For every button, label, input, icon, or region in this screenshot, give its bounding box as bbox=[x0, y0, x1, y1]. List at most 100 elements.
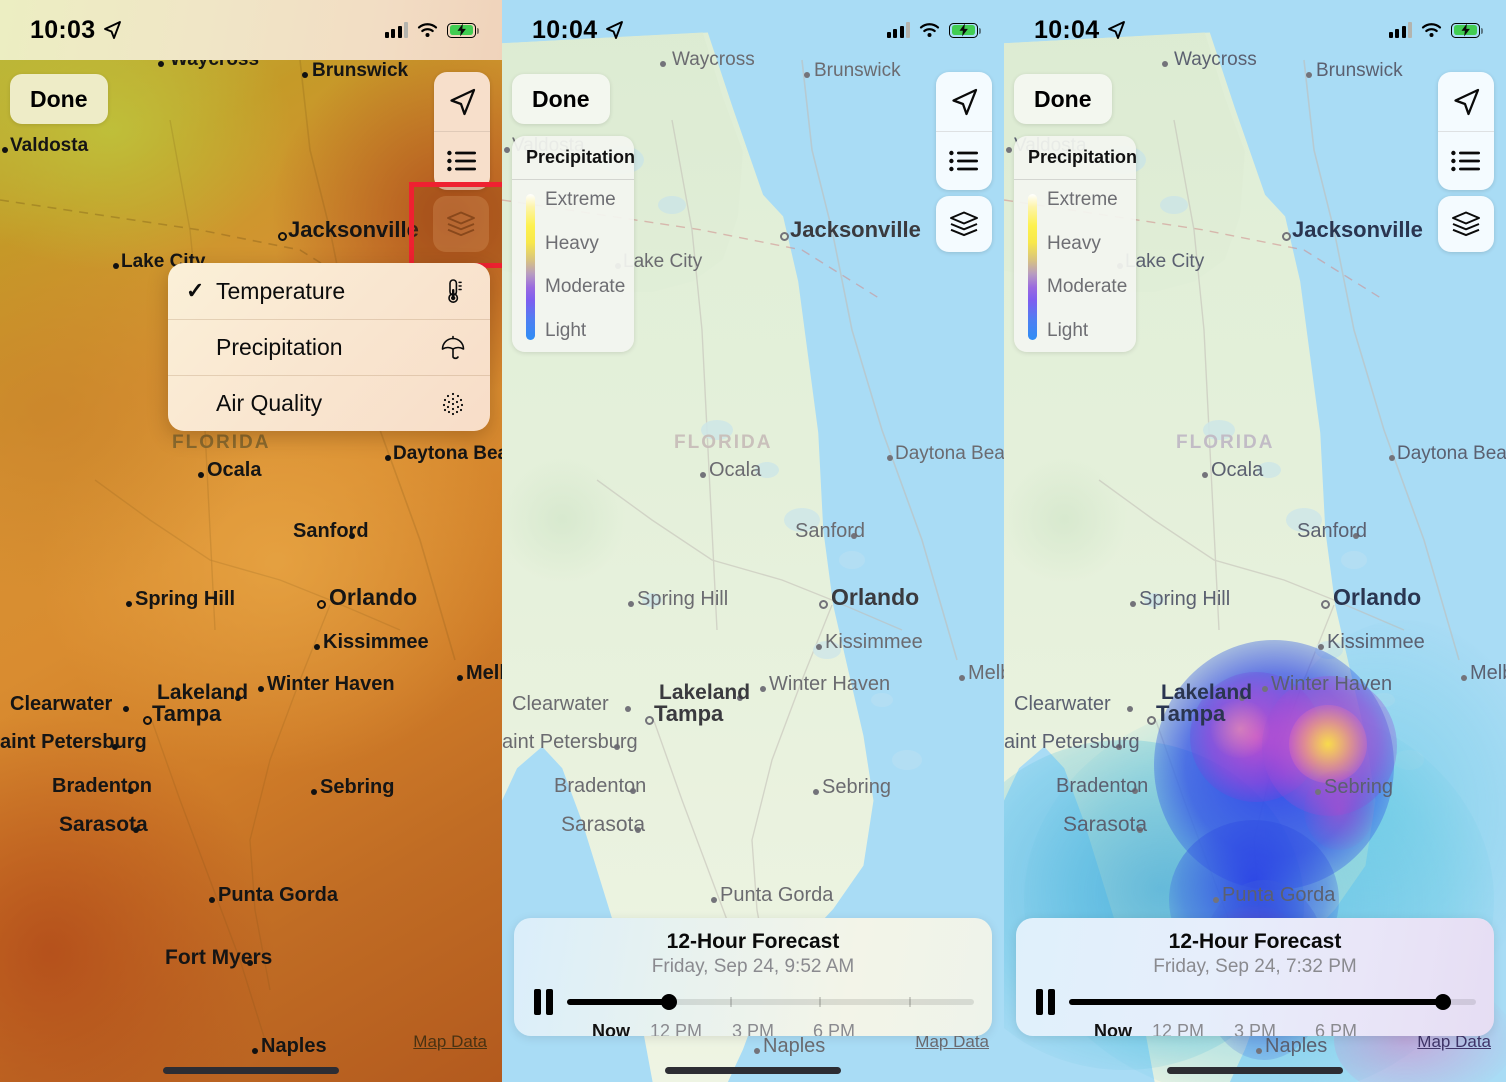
city-marker bbox=[143, 716, 152, 725]
city-label: Winter Haven bbox=[769, 673, 891, 695]
city-marker bbox=[1461, 675, 1467, 681]
legend-level-light: Light bbox=[545, 319, 587, 341]
city-label: Bradenton bbox=[1056, 775, 1149, 797]
forecast-card: 12-Hour Forecast Friday, Sep 24, 7:32 PM… bbox=[1016, 918, 1494, 1036]
map-controls-group bbox=[434, 72, 490, 190]
list-icon bbox=[949, 150, 978, 172]
menu-item-precipitation[interactable]: Precipitation bbox=[168, 319, 490, 375]
state-label: FLORIDA bbox=[1176, 432, 1275, 453]
locate-me-button[interactable] bbox=[434, 72, 490, 131]
pause-button[interactable] bbox=[534, 989, 553, 1015]
city-label: Ocala bbox=[709, 459, 762, 481]
map-data-attribution[interactable]: Map Data bbox=[413, 1032, 487, 1052]
wifi-icon bbox=[919, 23, 940, 37]
city-label: Orlando bbox=[1333, 584, 1422, 610]
map-controls-group bbox=[936, 72, 992, 190]
map-layers-button[interactable] bbox=[936, 196, 992, 252]
layers-icon bbox=[1452, 211, 1480, 237]
city-label: Brunswick bbox=[1316, 60, 1403, 81]
menu-item-air-quality[interactable]: Air Quality bbox=[168, 375, 490, 431]
city-label: Sebring bbox=[320, 776, 395, 798]
forecast-time-slider[interactable] bbox=[1069, 989, 1476, 1015]
map-layers-button[interactable] bbox=[433, 196, 489, 252]
city-marker bbox=[813, 789, 819, 795]
map-roads-overlay bbox=[0, 59, 456, 1041]
forecast-card: 12-Hour Forecast Friday, Sep 24, 9:52 AM… bbox=[514, 918, 992, 1036]
location-arrow-icon bbox=[104, 21, 122, 39]
menu-item-label: Air Quality bbox=[216, 390, 323, 416]
menu-item-temperature[interactable]: ✓ Temperature bbox=[168, 263, 490, 319]
city-label: Sarasota bbox=[59, 813, 148, 836]
city-marker bbox=[1318, 644, 1324, 650]
city-marker bbox=[252, 1048, 258, 1054]
city-marker bbox=[1127, 706, 1133, 712]
home-indicator bbox=[163, 1067, 339, 1074]
city-label: Sarasota bbox=[1063, 813, 1148, 836]
status-time: 10:04 bbox=[532, 15, 598, 44]
time-tick-12pm: 12 PM bbox=[650, 1021, 703, 1036]
city-label: Ocala bbox=[207, 459, 262, 481]
city-label: Tampa bbox=[654, 701, 724, 726]
city-label: Sanford bbox=[293, 520, 369, 542]
legend-level-extreme: Extreme bbox=[545, 189, 616, 210]
city-label: Bradenton bbox=[52, 775, 152, 797]
city-label: Jacksonville bbox=[288, 217, 419, 242]
city-label: Bradenton bbox=[554, 775, 647, 797]
time-tick-12pm: 12 PM bbox=[1152, 1021, 1205, 1036]
slider-knob[interactable] bbox=[660, 994, 677, 1010]
city-label: Melb bbox=[466, 662, 502, 684]
city-label: Melb bbox=[1470, 662, 1506, 684]
done-button[interactable]: Done bbox=[10, 74, 108, 124]
city-label: Sebring bbox=[822, 776, 891, 798]
pause-button[interactable] bbox=[1036, 989, 1055, 1015]
city-marker bbox=[1162, 61, 1168, 67]
map-layer-menu[interactable]: ✓ Temperature Precipitation Air Quality bbox=[168, 263, 490, 431]
city-label: Naples bbox=[763, 1035, 826, 1057]
menu-item-label: Precipitation bbox=[216, 334, 343, 360]
slider-knob[interactable] bbox=[1435, 994, 1452, 1010]
city-marker bbox=[628, 601, 634, 607]
city-label: Brunswick bbox=[312, 60, 409, 81]
city-marker bbox=[123, 706, 129, 712]
done-button[interactable]: Done bbox=[1014, 74, 1112, 124]
forecast-timestamp: Friday, Sep 24, 7:32 PM bbox=[1153, 956, 1357, 977]
legend-level-extreme: Extreme bbox=[1047, 189, 1118, 210]
city-label: Orlando bbox=[831, 584, 920, 610]
legend-title: Precipitation bbox=[512, 136, 634, 180]
city-marker bbox=[198, 472, 204, 478]
forecast-title: 12-Hour Forecast bbox=[1168, 930, 1342, 953]
locate-me-button[interactable] bbox=[1438, 72, 1494, 131]
city-marker bbox=[804, 72, 810, 78]
city-label: Daytona Beach bbox=[393, 443, 502, 464]
precipitation-legend: Precipitation Extreme Heavy Moderate Lig… bbox=[1014, 136, 1136, 352]
city-label: Clearwater bbox=[1014, 693, 1111, 715]
temperature-panel: 10:03 Done ✓ Temperature Precipitation A… bbox=[0, 0, 502, 1082]
list-button[interactable] bbox=[1438, 131, 1494, 190]
city-label: Punta Gorda bbox=[218, 884, 339, 906]
time-tick-now: Now bbox=[1094, 1021, 1132, 1036]
city-marker bbox=[278, 232, 287, 241]
home-indicator bbox=[665, 1067, 841, 1074]
city-marker bbox=[780, 232, 789, 241]
state-label: FLORIDA bbox=[674, 432, 773, 453]
city-marker bbox=[816, 644, 822, 650]
city-marker bbox=[1321, 600, 1330, 609]
cellular-signal-icon bbox=[886, 22, 910, 38]
city-label: Kissimmee bbox=[323, 631, 429, 653]
status-time: 10:04 bbox=[1034, 15, 1100, 44]
legend-gradient-bar bbox=[1028, 194, 1037, 340]
battery-charging-icon bbox=[447, 22, 479, 38]
city-label: Ocala bbox=[1211, 459, 1264, 481]
city-label: Kissimmee bbox=[1327, 631, 1425, 653]
list-button[interactable] bbox=[936, 131, 992, 190]
legend-level-moderate: Moderate bbox=[1047, 276, 1128, 298]
city-label: Winter Haven bbox=[267, 673, 395, 695]
locate-me-button[interactable] bbox=[936, 72, 992, 131]
forecast-time-slider[interactable] bbox=[567, 989, 974, 1015]
checkmark-icon: ✓ bbox=[186, 278, 205, 303]
done-button[interactable]: Done bbox=[512, 74, 610, 124]
city-label: Brunswick bbox=[814, 60, 901, 81]
air-quality-dots-icon bbox=[438, 391, 468, 417]
city-marker bbox=[1315, 789, 1321, 795]
map-layers-button[interactable] bbox=[1438, 196, 1494, 252]
